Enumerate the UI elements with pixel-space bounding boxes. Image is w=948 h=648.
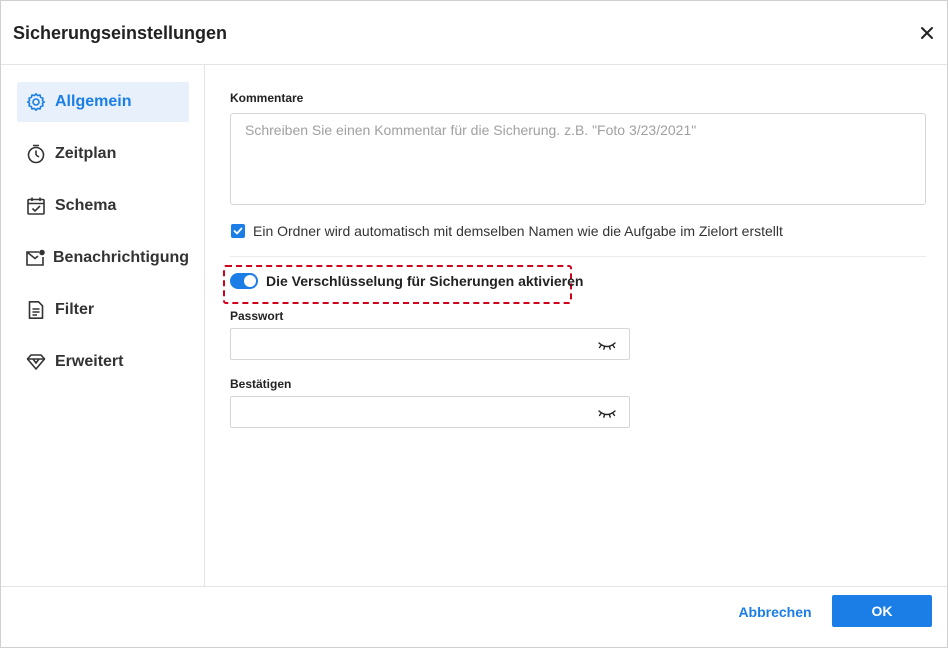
sidebar-item-zeitplan[interactable]: Zeitplan [17, 134, 189, 174]
ok-button[interactable]: OK [832, 595, 932, 627]
document-icon [25, 299, 47, 321]
settings-content: Kommentare Ein Ordner wird automatisch m… [206, 65, 947, 586]
password-field[interactable] [230, 328, 630, 360]
encryption-text: Die Verschlüsselung für Sicherungen akti… [266, 273, 584, 289]
confirm-password-field[interactable] [230, 396, 630, 428]
eye-closed-icon[interactable] [597, 405, 617, 421]
sidebar-item-label: Schema [55, 197, 117, 214]
sidebar-item-label: Allgemein [55, 93, 132, 110]
cancel-button[interactable]: Abbrechen [731, 597, 819, 627]
sidebar-item-label: Zeitplan [55, 145, 117, 162]
calendar-check-icon [25, 195, 47, 217]
sidebar: Allgemein Zeitplan Schema Benachrichtigu… [1, 65, 205, 586]
sidebar-item-filter[interactable]: Filter [17, 290, 189, 330]
dialog-title: Sicherungseinstellungen [13, 23, 228, 43]
close-icon[interactable] [915, 21, 939, 45]
auto-folder-text: Ein Ordner wird automatisch mit demselbe… [253, 223, 783, 239]
gear-icon [25, 91, 47, 113]
confirm-label: Bestätigen [230, 377, 292, 391]
divider [230, 256, 926, 257]
sidebar-item-allgemein[interactable]: Allgemein [17, 82, 189, 122]
sidebar-item-benachrichtigung[interactable]: Benachrichtigung [17, 238, 189, 278]
timer-icon [25, 143, 47, 165]
dialog-footer: Abbrechen OK [1, 586, 947, 647]
comments-label: Kommentare [230, 91, 304, 105]
encryption-toggle[interactable] [230, 273, 258, 289]
auto-folder-checkbox[interactable] [231, 224, 245, 238]
sidebar-item-erweitert[interactable]: Erweitert [17, 342, 189, 382]
backup-settings-dialog: Sicherungseinstellungen Allgemein Zeitpl… [0, 0, 948, 648]
diamond-icon [25, 351, 47, 373]
sidebar-item-label: Benachrichtigung [53, 249, 190, 266]
encryption-option: Die Verschlüsselung für Sicherungen akti… [230, 273, 583, 289]
comments-field[interactable] [230, 113, 926, 205]
password-label: Passwort [230, 309, 284, 323]
dialog-header: Sicherungseinstellungen [1, 1, 947, 65]
auto-folder-option: Ein Ordner wird automatisch mit demselbe… [231, 223, 783, 239]
eye-closed-icon[interactable] [597, 337, 617, 353]
mail-icon [25, 247, 45, 269]
password-input[interactable] [231, 329, 581, 359]
sidebar-item-label: Filter [55, 301, 95, 318]
sidebar-item-schema[interactable]: Schema [17, 186, 189, 226]
sidebar-item-label: Erweitert [55, 353, 124, 370]
confirm-password-input[interactable] [231, 397, 581, 427]
